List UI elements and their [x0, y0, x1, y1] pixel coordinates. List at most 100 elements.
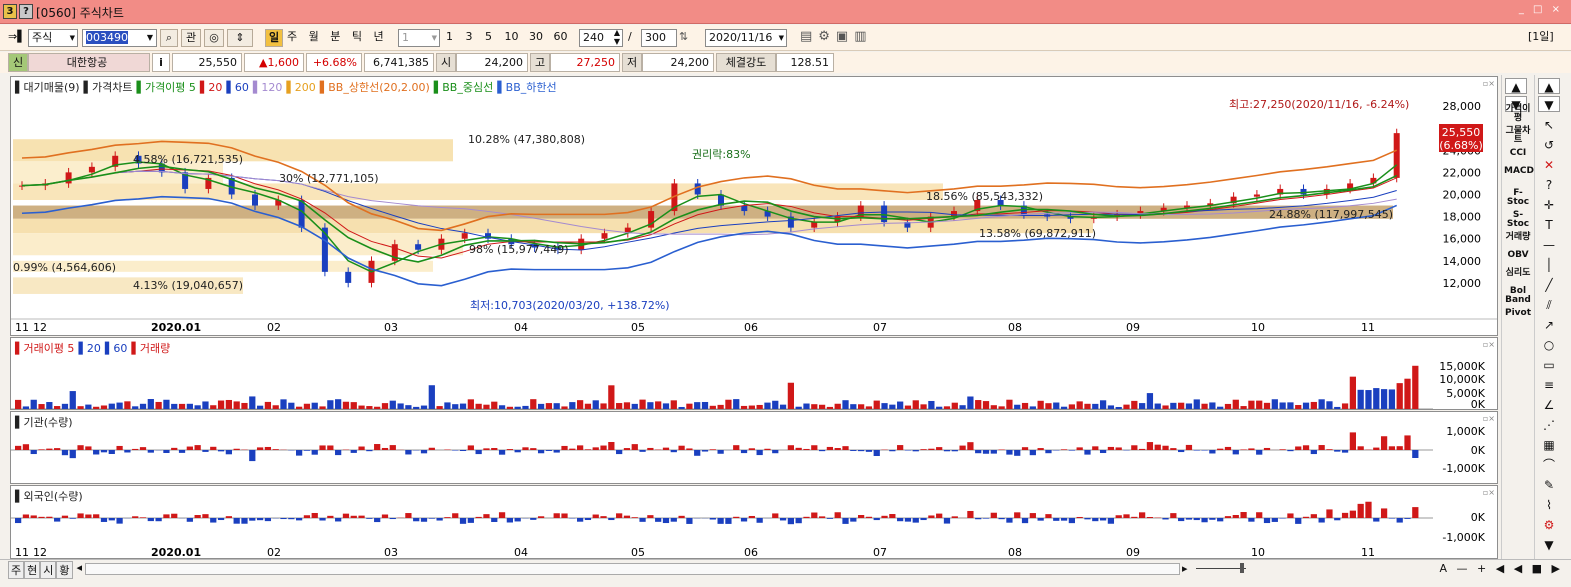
foreign-chart[interactable]: 0K -1,000K 11 12 2020.01 02 03 04 05 06 07 08 09 10 11 — [11, 486, 1497, 558]
period-day-button[interactable]: 일 — [265, 29, 283, 47]
horizontal-line-icon[interactable]: — — [1538, 237, 1560, 253]
indicator-item[interactable]: MACD — [1504, 167, 1534, 176]
scroll-down-icon[interactable]: ▼ — [1538, 537, 1560, 553]
indicator-item[interactable]: 거래량 — [1504, 233, 1532, 242]
text-icon[interactable]: T — [1538, 217, 1560, 233]
all-icon[interactable]: ✕ — [1538, 157, 1560, 173]
price-chart[interactable]: 28,00026,00024,00022,00020,00018,00016,0… — [11, 77, 1497, 335]
chart-tool-icons[interactable]: ▤⚙▣▥ — [800, 29, 890, 47]
interval-10-button[interactable]: 10 — [505, 30, 519, 43]
volume-panel[interactable]: 15,000K 10,000K 5,000K 0K ▌거래이평 5 ▌20 ▌60 ▌거래량… — [10, 337, 1498, 410]
market-select[interactable]: 주식 — [28, 29, 78, 47]
indicator-item[interactable]: 가격이평 — [1504, 105, 1532, 123]
max-count-input[interactable]: 300 — [641, 29, 677, 47]
price-chart-panel[interactable]: 28,00026,00024,00022,00020,00018,00016,0… — [10, 76, 1498, 336]
rectangle-icon[interactable]: ▭ — [1538, 357, 1560, 373]
fibonacci-icon[interactable]: ≡ — [1538, 377, 1560, 393]
legend-item[interactable]: ▌가격이평 5 — [136, 81, 195, 94]
legend-item[interactable]: ▌60 — [105, 342, 127, 355]
zigzag-icon[interactable]: ⌇ — [1538, 497, 1560, 513]
tab-status[interactable]: 황 — [56, 561, 73, 579]
grid-icon[interactable]: ▦ — [1538, 437, 1560, 453]
legend-item[interactable]: ▌20 — [78, 342, 100, 355]
legend-item[interactable]: ▌거래이평 5 — [15, 342, 74, 355]
indicator-item[interactable]: CCI — [1504, 149, 1532, 158]
count-stepper[interactable]: 240 ▲ ▼ — [579, 28, 623, 47]
circle-icon[interactable]: ○ — [1538, 337, 1560, 353]
auto-icon[interactable]: ⚙ — [1538, 517, 1560, 533]
indicator-item[interactable]: S-Stoc — [1504, 211, 1532, 229]
gann-icon[interactable]: ∠ — [1538, 397, 1560, 413]
panel-controls-icon[interactable]: ▫× — [1483, 488, 1495, 497]
legend-item[interactable]: ▌60 — [226, 81, 248, 94]
stock-name[interactable]: 대한항공 — [28, 53, 150, 72]
interval-3-button[interactable]: 3 — [466, 30, 473, 43]
period-year-button[interactable]: 년 — [374, 30, 384, 43]
interval-1-button[interactable]: 1 — [446, 30, 453, 43]
vertical-line-icon[interactable]: │ — [1538, 257, 1560, 273]
indicator-item[interactable]: 심리도 — [1504, 269, 1532, 278]
arrow-in-icon[interactable]: ⇒▌ — [8, 29, 26, 47]
legend-item[interactable]: ▌BB_하한선 — [497, 81, 556, 94]
legend-item[interactable]: ▌거래량 — [131, 342, 170, 355]
horizontal-scrollbar[interactable] — [85, 563, 1180, 575]
cycle-icon[interactable]: ⌒ — [1538, 457, 1560, 473]
help-icon[interactable]: ? — [1538, 177, 1560, 193]
indicator-item[interactable]: Bol Band — [1504, 287, 1532, 305]
tab-stock[interactable]: 주 — [8, 561, 25, 579]
sync-icon[interactable]: ⇅ — [679, 29, 695, 47]
code-input[interactable]: 003490 ▼ — [82, 29, 157, 47]
period-month-button[interactable]: 월 — [309, 30, 319, 43]
legend-item[interactable]: ▌가격차트 — [84, 81, 133, 94]
channel-icon[interactable]: ⫽ — [1538, 297, 1560, 313]
legend-item[interactable]: ▌대기매물(9) — [15, 81, 80, 94]
legend-item[interactable]: ▌기관(수량) — [15, 416, 73, 429]
legend-item[interactable]: ▌외국인(수량) — [15, 490, 83, 503]
chevron-down-icon[interactable]: ▼ — [147, 30, 153, 46]
interval-5-button[interactable]: 5 — [485, 30, 492, 43]
info-icon[interactable]: i — [152, 53, 170, 72]
scroll-left-icon[interactable]: ◂ — [73, 561, 87, 579]
institution-chart[interactable]: 1,000K 0K -1,000K — [11, 412, 1497, 483]
date-picker[interactable]: 2020/11/16 — [705, 29, 787, 47]
volume-chart[interactable]: 15,000K10,000K5,000K0K — [11, 338, 1497, 409]
speed-line-icon[interactable]: ⋰ — [1538, 417, 1560, 433]
pencil-icon[interactable]: ✎ — [1538, 477, 1560, 493]
tab-market[interactable]: 시 — [40, 561, 57, 579]
legend-item[interactable]: ▌BB_중심선 — [434, 81, 493, 94]
scroll-down-icon[interactable]: ▼ — [1538, 96, 1560, 112]
updown-icon[interactable]: ⇕ — [227, 29, 253, 47]
legend-item[interactable]: ▌20 — [200, 81, 222, 94]
arrow-line-icon[interactable]: ↗ — [1538, 317, 1560, 333]
window-number-badge[interactable]: 3 — [3, 4, 17, 19]
tab-current[interactable]: 현 — [24, 561, 41, 579]
zoom-slider[interactable] — [1196, 562, 1256, 574]
scroll-up-icon[interactable]: ▲ — [1538, 78, 1560, 94]
interval-30-button[interactable]: 30 — [529, 30, 543, 43]
scroll-right-icon[interactable]: ▸ — [1182, 562, 1188, 575]
interval-60-button[interactable]: 60 — [554, 30, 568, 43]
foreign-panel[interactable]: 0K -1,000K 11 12 2020.01 02 03 04 05 06 07 08 09 10 11… — [10, 485, 1498, 559]
scroll-up-icon[interactable]: ▲ — [1505, 78, 1527, 94]
legend-item[interactable]: ▌120 — [253, 81, 282, 94]
link-icon[interactable]: ◎ — [204, 29, 224, 47]
interval-select[interactable]: 1 — [398, 29, 440, 47]
related-button[interactable]: 관 — [181, 29, 201, 47]
help-button[interactable]: ? — [19, 4, 33, 19]
stepper-arrows-icon[interactable]: ▲ ▼ — [614, 28, 620, 46]
indicator-item[interactable]: F-Stoc — [1504, 189, 1532, 207]
crosshair-icon[interactable]: ✛ — [1538, 197, 1560, 213]
period-tick-button[interactable]: 틱 — [352, 30, 362, 43]
legend-item[interactable]: ▌BB_상한선(20,2.00) — [320, 81, 430, 94]
window-controls[interactable]: _ □ × — [1519, 4, 1563, 15]
search-icon[interactable]: ⌕ — [160, 29, 178, 47]
cursor-icon[interactable]: ↖ — [1538, 117, 1560, 133]
indicator-item[interactable]: 그물차트 — [1504, 127, 1532, 145]
indicator-item[interactable]: OBV — [1504, 251, 1532, 260]
legend-item[interactable]: ▌200 — [286, 81, 315, 94]
panel-controls-icon[interactable]: ▫× — [1483, 340, 1495, 349]
period-minute-button[interactable]: 분 — [330, 30, 340, 43]
institution-panel[interactable]: 1,000K 0K -1,000K ▌기관(수량) ▫× — [10, 411, 1498, 484]
panel-controls-icon[interactable]: ▫× — [1483, 79, 1495, 88]
panel-controls-icon[interactable]: ▫× — [1483, 414, 1495, 423]
